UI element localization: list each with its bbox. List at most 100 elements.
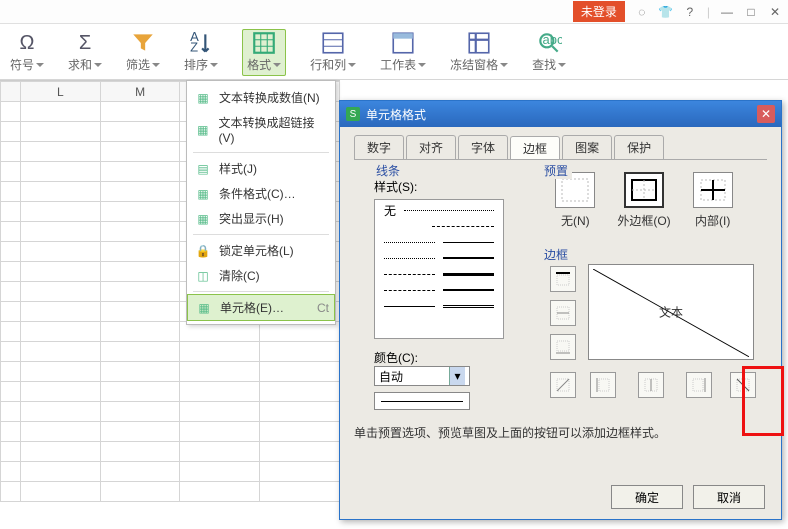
col-header[interactable] xyxy=(1,82,21,102)
rowcol-button[interactable]: 行和列 xyxy=(310,32,356,73)
app-icon: S xyxy=(346,107,360,121)
svg-text:Z: Z xyxy=(190,40,198,55)
sheet-icon xyxy=(390,32,416,54)
close-icon[interactable]: ✕ xyxy=(768,5,782,19)
sum-button[interactable]: Σ 求和 xyxy=(68,32,102,73)
menu-cell-format[interactable]: ▦单元格(E)…Ct xyxy=(187,294,335,321)
preset-none[interactable]: 无(N) xyxy=(555,172,595,229)
color-label: 颜色(C): xyxy=(374,349,518,366)
style-line[interactable] xyxy=(384,274,435,275)
rowcol-icon xyxy=(320,32,346,54)
freeze-icon xyxy=(466,32,492,54)
menu-separator xyxy=(193,234,329,235)
minimize-icon[interactable]: — xyxy=(720,5,734,19)
preset-group-label: 预置 xyxy=(540,162,572,179)
border-diag-up-button[interactable] xyxy=(550,372,576,398)
dialog-body: 线条 样式(S): 无 颜色(C): 自动 ▾ 预置 xyxy=(354,159,767,489)
link-icon: ▦ xyxy=(195,122,211,138)
style-none[interactable]: 无 xyxy=(384,202,396,219)
funnel-icon xyxy=(130,32,156,54)
tab-align[interactable]: 对齐 xyxy=(406,135,456,159)
menu-separator xyxy=(193,291,329,292)
style-line[interactable] xyxy=(384,290,435,291)
style-line[interactable] xyxy=(443,289,494,291)
dialog-close-button[interactable]: ✕ xyxy=(757,105,775,123)
style-line[interactable] xyxy=(443,242,494,243)
find-button[interactable]: abc 查找 xyxy=(532,32,566,73)
cond-icon: ▦ xyxy=(195,186,211,202)
menu-cond-format[interactable]: ▦条件格式(C)… xyxy=(187,181,335,206)
style-line[interactable] xyxy=(384,306,435,307)
sigma-icon: Σ xyxy=(72,32,98,54)
border-hmid-button[interactable] xyxy=(550,300,576,326)
menu-clear[interactable]: ◫清除(C) xyxy=(187,263,335,288)
omega-icon: Ω xyxy=(14,32,40,54)
sort-button[interactable]: AZ 排序 xyxy=(184,32,218,73)
lock-icon: 🔒 xyxy=(195,243,211,259)
col-header-m[interactable]: M xyxy=(100,82,180,102)
border-top-button[interactable] xyxy=(550,266,576,292)
sort-icon: AZ xyxy=(188,32,214,54)
cancel-button[interactable]: 取消 xyxy=(693,485,765,509)
menu-shortcut: Ct xyxy=(317,301,329,315)
line-style-list[interactable]: 无 xyxy=(374,199,504,339)
shirt-icon[interactable]: 👕 xyxy=(659,5,673,19)
symbol-button[interactable]: Ω 符号 xyxy=(10,32,44,73)
cell-format-dialog: S 单元格格式 ✕ 数字 对齐 字体 边框 图案 保护 线条 样式(S): 无 xyxy=(339,100,782,520)
style-line[interactable] xyxy=(432,226,494,227)
line-group-label: 线条 xyxy=(372,162,404,179)
border-group-label: 边框 xyxy=(540,246,572,263)
tab-protect[interactable]: 保护 xyxy=(614,135,664,159)
sheet-button[interactable]: 工作表 xyxy=(380,32,426,73)
grid-icon xyxy=(251,32,277,54)
style-line[interactable] xyxy=(404,210,494,211)
style-icon: ▤ xyxy=(195,161,211,177)
col-header-l[interactable]: L xyxy=(20,82,100,102)
tab-border[interactable]: 边框 xyxy=(510,136,560,160)
border-bottom-button[interactable] xyxy=(550,334,576,360)
format-button[interactable]: 格式 xyxy=(242,29,286,76)
color-select[interactable]: 自动 ▾ xyxy=(374,366,470,386)
ok-button[interactable]: 确定 xyxy=(611,485,683,509)
dialog-tabs: 数字 对齐 字体 边框 图案 保护 xyxy=(340,127,781,159)
format-menu: ▦文本转换成数值(N) ▦文本转换成超链接(V) ▤样式(J) ▦条件格式(C)… xyxy=(186,80,336,325)
style-line[interactable] xyxy=(384,242,435,243)
dialog-titlebar[interactable]: S 单元格格式 ✕ xyxy=(340,101,781,127)
style-line[interactable] xyxy=(443,257,494,259)
freeze-button[interactable]: 冻结窗格 xyxy=(450,32,508,73)
find-icon: abc xyxy=(536,32,562,54)
menu-highlight[interactable]: ▦突出显示(H) xyxy=(187,206,335,231)
border-vmid-button[interactable] xyxy=(638,372,664,398)
eraser-icon: ◫ xyxy=(195,268,211,284)
doc-icon: ▦ xyxy=(195,90,211,106)
help-icon[interactable]: ? xyxy=(683,5,697,19)
ribbon: Ω 符号 Σ 求和 筛选 AZ 排序 格式 行和列 工作表 冻结窗格 abc 查… xyxy=(0,24,788,80)
cloud-icon[interactable]: ◌ xyxy=(635,5,649,19)
style-line[interactable] xyxy=(443,305,494,308)
selected-line-preview xyxy=(374,392,470,410)
style-label: 样式(S): xyxy=(374,178,518,195)
border-left-button[interactable] xyxy=(590,372,616,398)
filter-button[interactable]: 筛选 xyxy=(126,32,160,73)
menu-text-to-link[interactable]: ▦文本转换成超链接(V) xyxy=(187,110,335,149)
chevron-down-icon[interactable]: ▾ xyxy=(449,367,465,385)
style-line[interactable] xyxy=(384,258,435,259)
preset-outer[interactable]: 外边框(O) xyxy=(617,172,670,229)
cell-icon: ▦ xyxy=(196,300,212,316)
preview-text: 文本 xyxy=(659,304,683,321)
highlight-icon: ▦ xyxy=(195,211,211,227)
tab-pattern[interactable]: 图案 xyxy=(562,135,612,159)
menu-text-to-value[interactable]: ▦文本转换成数值(N) xyxy=(187,85,335,110)
border-right-button[interactable] xyxy=(686,372,712,398)
border-preview[interactable]: 文本 xyxy=(588,264,754,360)
tab-number[interactable]: 数字 xyxy=(354,135,404,159)
login-status[interactable]: 未登录 xyxy=(573,1,625,22)
titlebar: 未登录 ◌ 👕 ? | — □ ✕ xyxy=(0,0,788,24)
preset-inner[interactable]: 内部(I) xyxy=(693,172,733,229)
menu-lock-cell[interactable]: 🔒锁定单元格(L) xyxy=(187,238,335,263)
svg-text:abc: abc xyxy=(543,32,563,47)
tab-font[interactable]: 字体 xyxy=(458,135,508,159)
maximize-icon[interactable]: □ xyxy=(744,5,758,19)
style-line[interactable] xyxy=(443,273,494,276)
menu-style[interactable]: ▤样式(J) xyxy=(187,156,335,181)
